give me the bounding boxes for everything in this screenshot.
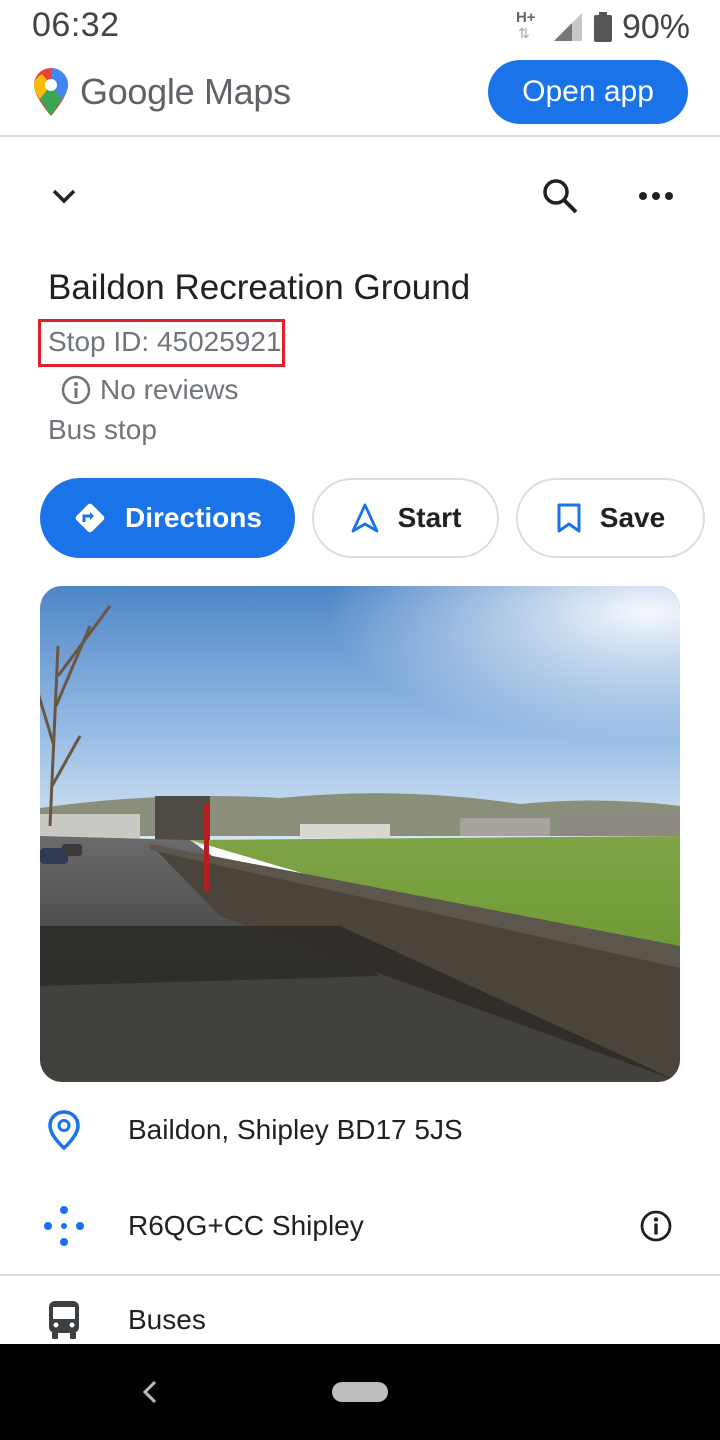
- place-title: Baildon Recreation Ground: [48, 268, 471, 307]
- app-header: Google Maps Open app: [0, 54, 720, 137]
- logo-text: Google Maps: [80, 71, 291, 112]
- divider: [0, 1274, 720, 1276]
- address-row[interactable]: Baildon, Shipley BD17 5JS: [0, 1090, 720, 1170]
- google-maps-logo: Google Maps: [34, 68, 291, 116]
- save-label: Save: [599, 502, 666, 533]
- bus-icon: [40, 1296, 88, 1344]
- navigation-arrow-icon: [351, 503, 378, 533]
- battery-icon: [593, 12, 612, 42]
- directions-icon: [75, 503, 105, 533]
- reviews-text: No reviews: [100, 374, 239, 405]
- place-toolbar: [0, 160, 720, 230]
- bookmark-icon: [557, 503, 581, 533]
- search-icon[interactable]: [532, 168, 588, 224]
- system-nav-bar: [0, 1344, 720, 1440]
- stop-id: Stop ID: 45025921: [48, 326, 282, 357]
- signal-icon: [553, 13, 582, 41]
- start-button[interactable]: Start: [312, 478, 499, 558]
- reviews-row: No reviews: [60, 374, 238, 406]
- directions-label: Directions: [125, 502, 262, 533]
- place-category: Bus stop: [48, 414, 157, 445]
- plus-code-text: R6QG+CC Shipley: [128, 1210, 364, 1241]
- street-view-photo[interactable]: [40, 586, 680, 1082]
- back-icon[interactable]: [130, 1372, 170, 1412]
- home-pill-button[interactable]: [332, 1382, 388, 1402]
- address-text: Baildon, Shipley BD17 5JS: [128, 1114, 463, 1145]
- info-icon: [61, 375, 91, 405]
- buses-label: Buses: [128, 1304, 206, 1335]
- status-icons: H+ ⇅ 90%: [516, 6, 690, 48]
- network-h-plus-icon: H+ ⇅: [515, 9, 536, 41]
- location-pin-icon: [40, 1106, 88, 1154]
- plus-code-icon: [40, 1202, 88, 1250]
- network-type-label: H+: [515, 9, 536, 26]
- chevron-down-icon[interactable]: [36, 168, 92, 224]
- save-button[interactable]: Save: [516, 478, 705, 558]
- start-label: Start: [397, 502, 462, 533]
- street-view-image: [40, 586, 680, 1082]
- status-bar: 06:32 H+ ⇅ 90%: [0, 0, 720, 54]
- status-time: 06:32: [32, 6, 120, 44]
- plus-code-row[interactable]: R6QG+CC Shipley: [0, 1186, 720, 1266]
- directions-button[interactable]: Directions: [40, 478, 295, 558]
- open-app-button[interactable]: Open app: [488, 60, 688, 124]
- more-icon[interactable]: [628, 168, 684, 224]
- maps-pin-logo-icon: [34, 68, 68, 116]
- info-icon[interactable]: [636, 1206, 676, 1246]
- battery-percent: 90%: [621, 7, 690, 46]
